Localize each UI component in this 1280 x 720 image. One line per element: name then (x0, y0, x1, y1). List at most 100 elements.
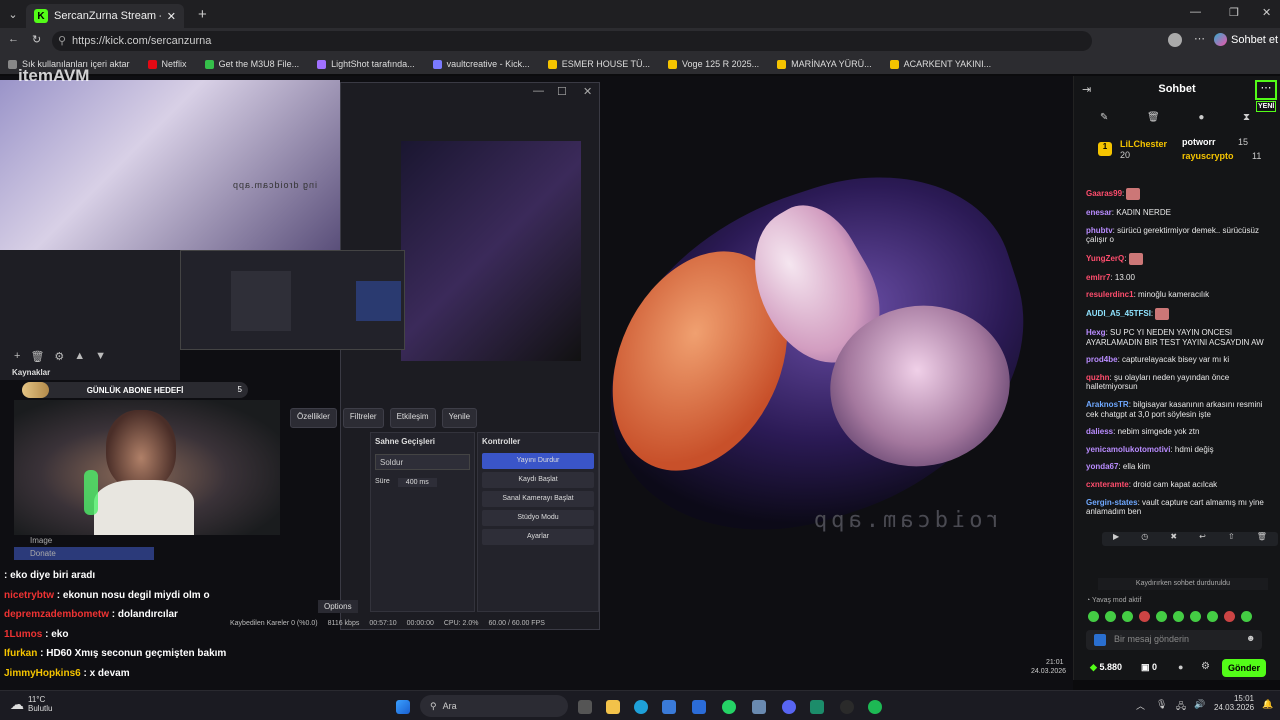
obs-close-icon[interactable]: ✕ (583, 85, 592, 98)
bookmark-item[interactable]: ESMER HOUSE TÜ... (547, 59, 650, 69)
top-user-1[interactable]: LiLChester (1120, 139, 1167, 149)
chat-users-icon[interactable]: ● (1178, 662, 1183, 672)
chat-username[interactable]: enesar (1086, 208, 1112, 217)
file-explorer-icon[interactable] (606, 700, 620, 714)
timer-icon[interactable]: ◷ (1141, 532, 1148, 546)
taskbar-clock[interactable]: 15:01 24.03.2026 (1214, 694, 1254, 712)
down-icon[interactable]: ▼ (95, 350, 106, 363)
chat-message[interactable]: daliess: nebim simgede yok ztn (1086, 427, 1276, 437)
weather-widget[interactable]: ☁ 11°C Bulutlu (10, 695, 52, 713)
duration-value[interactable]: 400 ms (397, 478, 437, 487)
emote-icon[interactable] (1139, 611, 1150, 622)
add-icon[interactable]: + (14, 350, 20, 363)
chat-username[interactable]: AUDI_A5_45TFSI (1086, 309, 1151, 318)
copilot-button[interactable]: Sohbet et (1214, 33, 1278, 46)
chat-username[interactable]: phubtv (1086, 226, 1113, 235)
chat-message[interactable]: AraknosTR: bilgisayar kasanının arkasını… (1086, 400, 1276, 419)
bookmark-item[interactable]: ACARKENT YAKINI... (889, 59, 991, 69)
obs-toolbar-button[interactable]: Etkileşim (389, 408, 436, 428)
site-info-icon[interactable]: ⚲ (58, 31, 66, 51)
network-icon[interactable]: 🖧 (1176, 699, 1186, 715)
emote-icon[interactable] (1122, 611, 1133, 622)
bookmark-item[interactable]: MARİNAYA YÜRÜ... (777, 59, 872, 69)
chat-message[interactable]: AUDI_A5_45TFSI: (1086, 307, 1276, 320)
delete-icon[interactable]: 🗑 (30, 350, 44, 363)
chat-message[interactable]: prod4be: capturelayacak bisey var mı ki (1086, 355, 1276, 365)
pin-icon[interactable]: ✎ (1100, 112, 1108, 123)
chat-message[interactable]: enesar: KADIN NERDE (1086, 208, 1276, 218)
chat-username[interactable]: Gaaras99 (1086, 189, 1122, 198)
more-menu-icon[interactable]: ⋯ (1194, 32, 1205, 45)
whatsapp-icon[interactable] (722, 700, 736, 714)
kick-emote-icon[interactable] (1094, 634, 1106, 646)
store-icon[interactable] (662, 700, 676, 714)
hourglass-icon[interactable]: ⧗ (1243, 112, 1250, 123)
reload-icon[interactable]: ↻ (32, 33, 41, 46)
chat-message[interactable]: Gergin-states: vault capture cart almamı… (1086, 498, 1276, 517)
channel-points[interactable]: ◆ 5.880 (1090, 662, 1122, 673)
chat-message[interactable]: YungZerQ: (1086, 252, 1276, 265)
tab-list-button[interactable]: ⌄ (0, 8, 26, 21)
chat-message[interactable]: cxnteramte: droid cam kapat acılcak (1086, 480, 1276, 490)
chat-message[interactable]: emlrr7: 13.00 (1086, 273, 1276, 283)
source-item-donate[interactable]: Donate (14, 547, 154, 560)
props-icon[interactable]: ⚙ (54, 350, 64, 363)
obs-control-button[interactable]: Sanal Kamerayı Başlat (482, 491, 594, 507)
chat-username[interactable]: Hexg (1086, 328, 1106, 337)
emoji-icon[interactable]: ☻ (1246, 633, 1255, 643)
chat-message[interactable]: yonda67: ella kim (1086, 462, 1276, 472)
chat-message[interactable]: resulerdinc1: minoğlu kameracılık (1086, 290, 1276, 300)
tray-overflow-icon[interactable]: ︿ (1136, 699, 1145, 712)
chat-message-input[interactable]: Bir mesaj gönderin ☻ (1086, 630, 1262, 650)
window-restore-button[interactable]: ❐ (1229, 6, 1239, 19)
transition-select[interactable]: Soldur (375, 454, 470, 470)
chat-username[interactable]: quzhn (1086, 373, 1110, 382)
chat-username[interactable]: emlrr7 (1086, 273, 1110, 282)
trash-icon[interactable]: 🗑 (1147, 112, 1160, 123)
obs-options-button[interactable]: Options (318, 600, 358, 613)
chat-message[interactable]: Hexg: SU PC YI NEDEN YAYIN ONCESI AYARLA… (1086, 328, 1276, 347)
mail-icon[interactable] (692, 700, 706, 714)
new-tab-button[interactable]: + (198, 6, 207, 23)
obs-control-button[interactable]: Kaydı Başlat (482, 472, 594, 488)
mute-icon[interactable]: ✖ (1170, 532, 1177, 546)
send-button[interactable]: Gönder (1222, 659, 1266, 677)
profile-avatar[interactable] (1168, 33, 1182, 47)
chat-username[interactable]: prod4be (1086, 355, 1118, 364)
top-user-2[interactable]: potworr (1182, 137, 1216, 147)
bookmark-item[interactable]: Get the M3U8 File... (204, 59, 299, 69)
emote-icon[interactable] (1156, 611, 1167, 622)
chat-bubble-icon[interactable]: ● (1198, 112, 1204, 123)
task-view-icon[interactable] (578, 700, 592, 714)
emote-icon[interactable] (1241, 611, 1252, 622)
emote-icon[interactable] (1105, 611, 1116, 622)
emote-icon[interactable] (1207, 611, 1218, 622)
chat-username[interactable]: daliess (1086, 427, 1113, 436)
subs-count[interactable]: ▣ 0 (1141, 662, 1157, 673)
obs-icon[interactable] (840, 700, 854, 714)
chat-paused-notice[interactable]: Kaydırırken sohbet durduruldu (1098, 578, 1268, 590)
chat-username[interactable]: yenicamolukotomotivi (1086, 445, 1170, 454)
obs-control-button[interactable]: Yayını Durdur (482, 453, 594, 469)
obs-minimize-icon[interactable]: — (533, 85, 544, 97)
chat-username[interactable]: resulerdinc1 (1086, 290, 1134, 299)
obs-toolbar-button[interactable]: Özellikler (290, 408, 337, 428)
window-close-button[interactable]: ✕ (1262, 6, 1271, 19)
close-tab-icon[interactable]: ✕ (167, 10, 176, 23)
collapse-chat-icon[interactable]: ⇥ (1082, 83, 1091, 96)
spotify-icon[interactable] (868, 700, 882, 714)
pin-msg-icon[interactable]: ⇧ (1228, 532, 1235, 546)
bookmark-item[interactable]: vaultcreative - Kick... (432, 59, 530, 69)
bookmark-item[interactable]: Netflix (147, 59, 187, 69)
emote-icon[interactable] (1224, 611, 1235, 622)
top-user-3[interactable]: rayuscrypto (1182, 151, 1234, 161)
chat-message[interactable]: phubtv: sürücü gerektirmiyor demek.. sür… (1086, 226, 1276, 245)
discord-icon[interactable] (782, 700, 796, 714)
chat-more-button[interactable]: ⋯ (1255, 80, 1277, 100)
emote-icon[interactable] (1088, 611, 1099, 622)
bookmark-item[interactable]: Voge 125 R 2025... (668, 59, 759, 69)
vpn-icon[interactable] (752, 700, 766, 714)
back-arrow-icon[interactable]: ← (8, 33, 19, 45)
chat-message[interactable]: Gaaras99: (1086, 188, 1276, 200)
chat-username[interactable]: yonda67 (1086, 462, 1118, 471)
